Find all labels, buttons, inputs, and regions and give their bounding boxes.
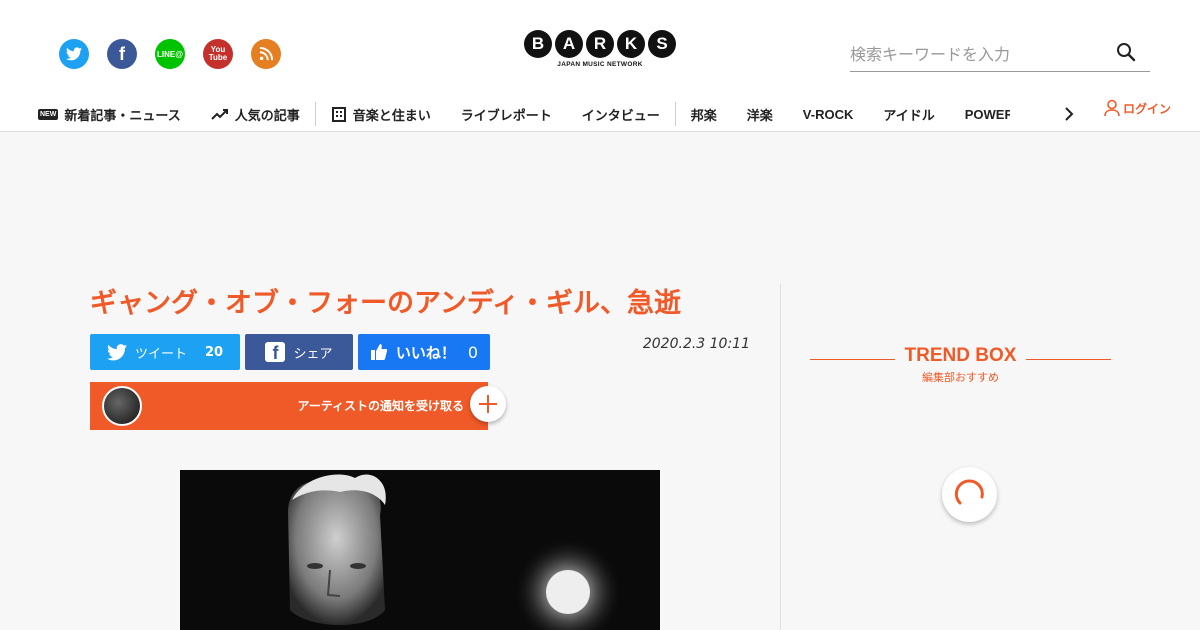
login-label: ログイン — [1123, 101, 1172, 116]
twitter-icon — [106, 343, 127, 360]
twitter-icon[interactable] — [59, 39, 89, 69]
user-icon — [1104, 99, 1120, 117]
trend-box-title: TREND BOX — [904, 345, 1017, 366]
like-count: 0 — [467, 342, 479, 362]
nav-item-interview[interactable]: インタビュー — [567, 100, 675, 128]
nav-item-news[interactable]: NEW 新着記事・ニュース — [38, 100, 196, 128]
nav-item-housing[interactable]: 音楽と住まい — [316, 100, 446, 128]
youtube-bottom: Tube — [208, 53, 228, 62]
article-header: ギャング・オブ・フォーのアンディ・ギル、急逝 ツイート 20 f シェア いいね… — [90, 284, 750, 430]
nav-item-popular[interactable]: 人気の記事 — [196, 100, 315, 128]
article-date: 2020.2.3 10:11 — [642, 336, 750, 352]
like-button[interactable]: いいね！ 0 — [358, 334, 490, 370]
plus-icon[interactable] — [470, 386, 506, 422]
nav-label: POWER PUSH — [964, 106, 1010, 122]
logo-letter: S — [648, 30, 676, 58]
nav-label: 新着記事・ニュース — [64, 108, 181, 124]
column-divider — [780, 284, 781, 630]
nav-label: インタビュー — [581, 108, 660, 124]
site-header: f LINE@ You Tube B A R K S JAPAN MUSIC NE… — [0, 0, 1200, 132]
social-links: f LINE@ You Tube — [59, 39, 281, 69]
article-title: ギャング・オブ・フォーのアンディ・ギル、急逝 — [90, 288, 682, 319]
tweet-button[interactable]: ツイート 20 — [90, 334, 240, 370]
article-photo — [180, 470, 660, 630]
rss-icon[interactable] — [251, 39, 281, 69]
nav-label: 人気の記事 — [234, 108, 300, 124]
trend-box-header: TREND BOX — [810, 345, 1111, 367]
facebook-icon: f — [265, 342, 286, 362]
logo-letter: B — [524, 30, 552, 58]
nav-item-live-report[interactable]: ライブレポート — [446, 100, 567, 128]
trending-icon — [210, 109, 228, 120]
main-nav: NEW 新着記事・ニュース 人気の記事 音楽と住まい ライブレポート インタビュ… — [38, 99, 1010, 129]
nav-label: ライブレポート — [460, 108, 552, 124]
nav-item-power-push[interactable]: POWER PUSH — [950, 100, 1010, 128]
nav-label: V-ROCK — [802, 106, 854, 122]
nav-item-v-rock[interactable]: V-ROCK — [788, 100, 869, 128]
youtube-icon[interactable]: You Tube — [203, 39, 233, 69]
login-button[interactable]: ログイン — [1104, 99, 1171, 117]
trend-box-subtitle: 編集部おすすめ — [922, 371, 999, 384]
facebook-icon[interactable]: f — [107, 39, 137, 69]
trend-line-right — [1026, 358, 1111, 360]
logo-letter: K — [617, 30, 645, 58]
nav-label: 洋楽 — [746, 108, 773, 124]
artist-avatar — [102, 386, 142, 426]
facebook-share-button[interactable]: f シェア — [245, 334, 353, 370]
building-icon — [331, 107, 346, 122]
logo-letter: A — [555, 30, 583, 58]
line-icon[interactable]: LINE@ — [155, 39, 185, 69]
nav-label: アイドル — [883, 108, 935, 124]
logo-subtitle: JAPAN MUSIC NETWORK — [557, 61, 643, 68]
loading-spinner-icon — [942, 467, 997, 522]
new-icon: NEW — [38, 108, 59, 120]
search-icon[interactable] — [1116, 42, 1138, 64]
search-input[interactable] — [850, 40, 1110, 68]
search-box — [850, 40, 1150, 72]
sidebar: TREND BOX 編集部おすすめ — [810, 345, 1111, 385]
like-label: いいね！ — [395, 343, 456, 362]
barks-logo[interactable]: B A R K S JAPAN MUSIC NETWORK — [520, 30, 680, 72]
tweet-label: ツイート — [134, 346, 187, 362]
nav-item-yougaku[interactable]: 洋楽 — [732, 100, 788, 128]
nav-label: 邦楽 — [690, 108, 717, 124]
share-buttons: ツイート 20 f シェア いいね！ 0 — [90, 334, 490, 370]
share-label: シェア — [293, 346, 333, 362]
thumbs-up-icon — [370, 344, 388, 360]
trend-line-left — [810, 358, 895, 360]
artist-notify-bar[interactable]: アーティストの通知を受け取る — [90, 382, 506, 430]
tweet-count: 20 — [204, 344, 224, 360]
nav-item-idol[interactable]: アイドル — [868, 100, 949, 128]
logo-letter: R — [586, 30, 614, 58]
notify-label: アーティストの通知を受け取る — [297, 399, 464, 413]
nav-label: 音楽と住まい — [352, 108, 431, 124]
nav-next-chevron-icon[interactable] — [1060, 103, 1078, 125]
logo-letters: B A R K S — [520, 30, 680, 58]
nav-item-hougaku[interactable]: 邦楽 — [676, 100, 732, 128]
